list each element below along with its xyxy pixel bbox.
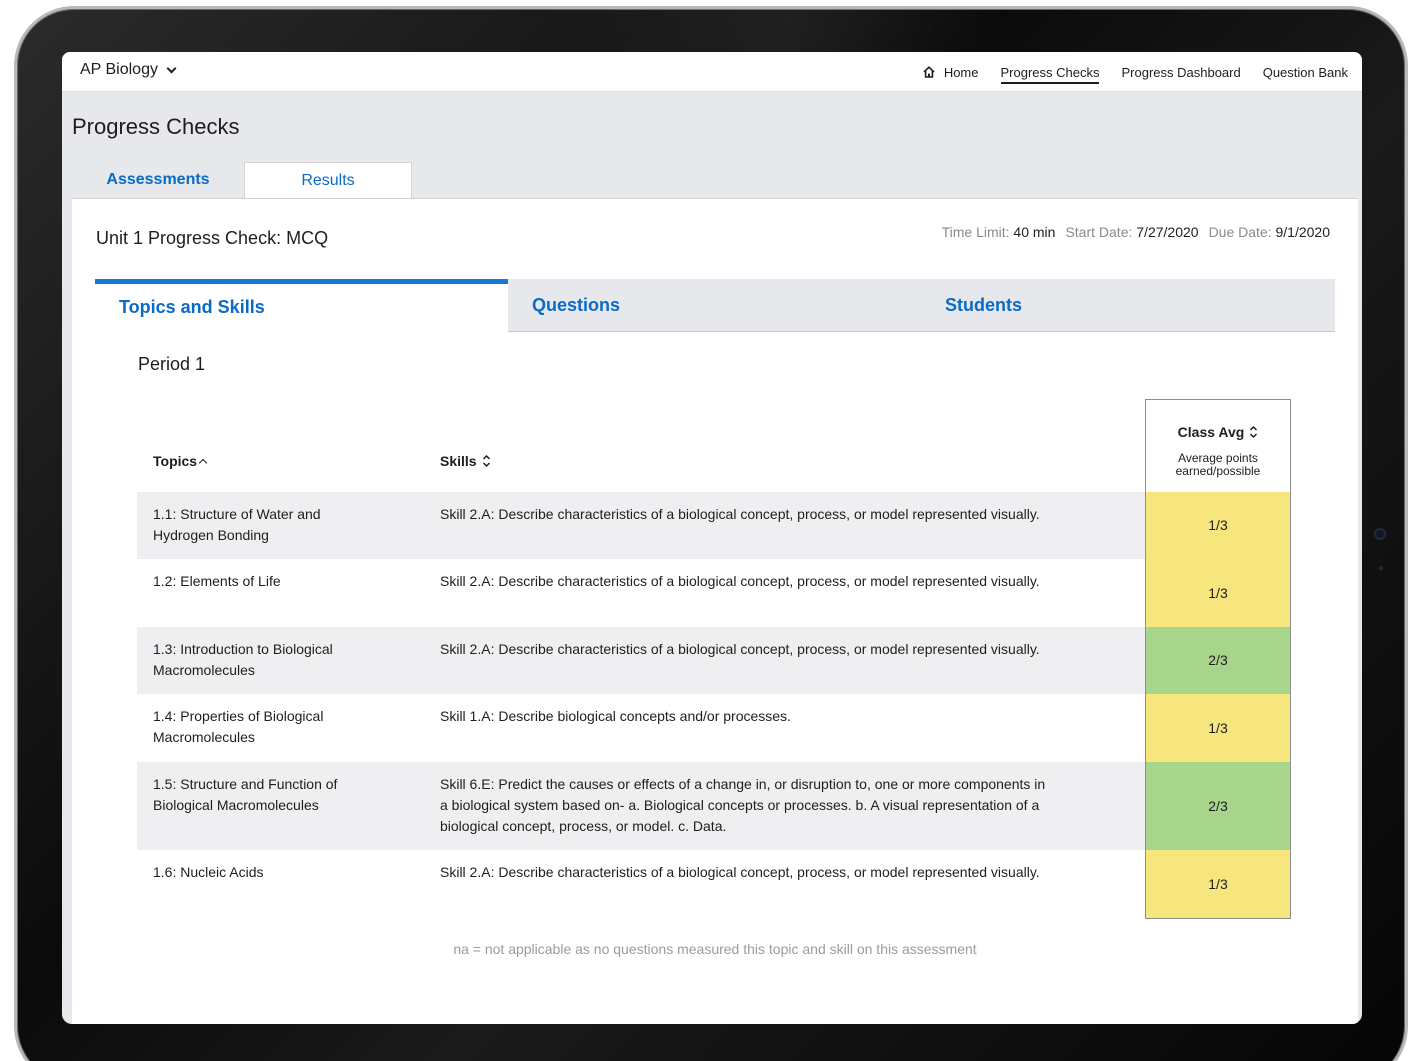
nav-progress-dashboard[interactable]: Progress Dashboard [1121, 52, 1240, 92]
tab-topics-and-skills[interactable]: Topics and Skills [95, 279, 508, 332]
tab-questions[interactable]: Questions [508, 279, 921, 332]
table-row: 1.4: Properties of Biological Macromolec… [137, 694, 1291, 762]
skills-header-label: Skills [440, 453, 477, 469]
caret-up-icon [198, 458, 208, 468]
sensor-dot [1379, 566, 1383, 570]
class-avg-cell: 1/3 [1145, 694, 1291, 762]
skill-cell: Skill 1.A: Describe biological concepts … [440, 708, 791, 724]
nav-home[interactable]: Home [922, 52, 979, 92]
skill-cell: Skill 2.A: Describe characteristics of a… [440, 506, 1040, 522]
nav-links: Home Progress Checks Progress Dashboard … [922, 52, 1348, 92]
table-row: 1.6: Nucleic Acids Skill 2.A: Describe c… [137, 850, 1291, 918]
tab-results[interactable]: Results [244, 162, 412, 198]
primary-tabs: Assessments Results [72, 162, 412, 198]
topics-skills-table: Class Avg Average points earned/possible… [137, 399, 1291, 919]
nav-question-bank-label: Question Bank [1262, 64, 1348, 80]
nav-question-bank[interactable]: Question Bank [1263, 52, 1348, 92]
chevron-down-icon [166, 63, 177, 73]
table-row: 1.3: Introduction to Biological Macromol… [137, 627, 1291, 694]
time-limit-label: Time Limit: [941, 224, 1010, 240]
top-nav: AP Biology Home Progress Checks Progress… [62, 52, 1362, 92]
table-row: 1.2: Elements of Life Skill 2.A: Describ… [137, 559, 1291, 627]
topic-cell: 1.4: Properties of Biological Macromolec… [153, 708, 324, 745]
topic-cell: 1.6: Nucleic Acids [153, 864, 264, 880]
home-icon [923, 66, 935, 78]
table-header: Topics Skills [137, 399, 1290, 492]
assessment-meta: Time Limit: 40 min Start Date: 7/27/2020… [942, 224, 1330, 240]
topic-cell: 1.3: Introduction to Biological Macromol… [153, 641, 333, 678]
class-avg-cell: 2/3 [1145, 762, 1291, 850]
class-avg-cell: 1/3 [1145, 559, 1291, 627]
skill-cell: Skill 6.E: Predict the causes or effects… [440, 776, 1046, 834]
skill-cell: Skill 2.A: Describe characteristics of a… [440, 641, 1040, 657]
table-row: 1.5: Structure and Function of Biologica… [137, 762, 1291, 850]
result-tabs: Topics and Skills Questions Students [95, 279, 1335, 332]
app-screen: AP Biology Home Progress Checks Progress… [62, 52, 1362, 1024]
class-avg-cell: 1/3 [1145, 492, 1291, 559]
topic-cell: 1.5: Structure and Function of Biologica… [153, 776, 338, 813]
camera-icon [1374, 528, 1386, 540]
due-date-label: Due Date: [1208, 224, 1272, 240]
tab-assessments[interactable]: Assessments [72, 162, 244, 198]
period-label: Period 1 [138, 354, 206, 374]
sort-icon [482, 454, 490, 468]
due-date-value: 9/1/2020 [1275, 224, 1331, 240]
table-row: 1.1: Structure of Water and Hydrogen Bon… [137, 492, 1291, 559]
page-title: Progress Checks [72, 114, 240, 139]
skill-cell: Skill 2.A: Describe characteristics of a… [440, 573, 1040, 589]
nav-progress-checks-label: Progress Checks [1000, 64, 1100, 80]
start-date-value: 7/27/2020 [1136, 224, 1199, 240]
skill-cell: Skill 2.A: Describe characteristics of a… [440, 864, 1040, 880]
tab-students[interactable]: Students [921, 279, 1335, 332]
results-panel: Unit 1 Progress Check: MCQ Time Limit: 4… [72, 198, 1358, 1024]
start-date-label: Start Date: [1065, 224, 1133, 240]
course-name: AP Biology [80, 61, 158, 78]
topic-cell: 1.2: Elements of Life [153, 573, 281, 589]
nav-progress-checks[interactable]: Progress Checks [1000, 52, 1100, 92]
topic-cell: 1.1: Structure of Water and Hydrogen Bon… [153, 506, 321, 543]
topics-sort-header[interactable]: Topics [153, 453, 208, 469]
course-selector[interactable]: AP Biology [80, 61, 177, 79]
topics-header-label: Topics [153, 453, 198, 469]
nav-progress-dashboard-label: Progress Dashboard [1121, 64, 1241, 80]
assessment-title: Unit 1 Progress Check: MCQ [96, 228, 329, 248]
skills-sort-header[interactable]: Skills [440, 453, 491, 469]
class-avg-cell: 1/3 [1145, 850, 1291, 918]
footnote: na = not applicable as no questions meas… [453, 941, 977, 957]
time-limit-value: 40 min [1013, 224, 1056, 240]
class-avg-cell: 2/3 [1145, 627, 1291, 694]
nav-home-label: Home [943, 64, 979, 80]
